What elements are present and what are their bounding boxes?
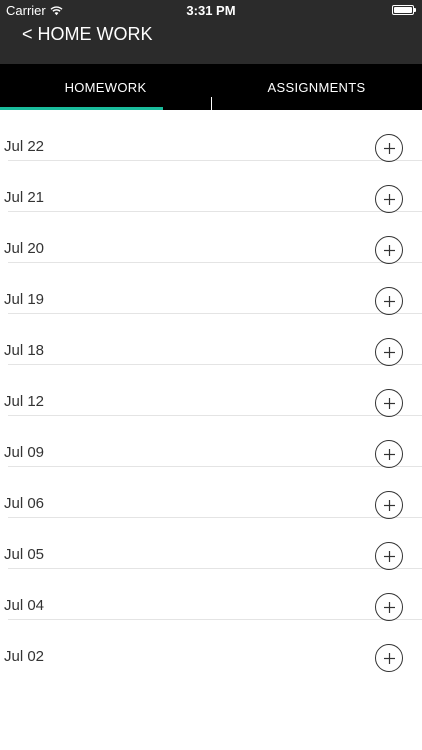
tab-bar: HOMEWORK ASSIGNMENTS — [0, 64, 422, 110]
plus-icon — [383, 652, 395, 664]
homework-date-row[interactable]: Jul 20 — [4, 212, 422, 264]
add-homework-button[interactable] — [375, 644, 403, 672]
add-homework-button[interactable] — [375, 287, 403, 315]
add-homework-button[interactable] — [375, 542, 403, 570]
battery-icon — [392, 5, 416, 15]
homework-date-row[interactable]: Jul 21 — [4, 161, 422, 213]
back-button-label: < HOME WORK — [22, 23, 153, 44]
add-homework-button[interactable] — [375, 134, 403, 162]
plus-icon — [383, 397, 395, 409]
add-homework-button[interactable] — [375, 593, 403, 621]
homework-date-row[interactable]: Jul 04 — [4, 569, 422, 621]
plus-icon — [383, 142, 395, 154]
tab-assignments[interactable]: ASSIGNMENTS — [211, 64, 422, 110]
plus-icon — [383, 601, 395, 613]
homework-date-row[interactable]: Jul 18 — [4, 314, 422, 366]
homework-date-row[interactable]: Jul 06 — [4, 467, 422, 519]
homework-date-label: Jul 02 — [4, 648, 45, 665]
navigation-bar: < HOME WORK — [0, 22, 422, 64]
homework-date-row[interactable]: Jul 05 — [4, 518, 422, 570]
plus-icon — [383, 499, 395, 511]
plus-icon — [383, 193, 395, 205]
tab-homework[interactable]: HOMEWORK — [0, 64, 211, 110]
tab-assignments-label: ASSIGNMENTS — [267, 79, 366, 95]
status-time: 3:31 PM — [186, 3, 236, 18]
battery-level — [394, 7, 412, 13]
back-button[interactable]: < HOME WORK — [22, 22, 153, 46]
add-homework-button[interactable] — [375, 440, 403, 468]
homework-date-label: Jul 20 — [4, 240, 45, 257]
homework-date-row[interactable]: Jul 12 — [4, 365, 422, 417]
homework-date-row[interactable]: Jul 19 — [4, 263, 422, 315]
homework-date-row[interactable]: Jul 02 — [4, 620, 422, 672]
homework-date-row[interactable]: Jul 22 — [4, 110, 422, 162]
plus-icon — [383, 295, 395, 307]
homework-date-row[interactable]: Jul 09 — [4, 416, 422, 468]
plus-icon — [383, 244, 395, 256]
add-homework-button[interactable] — [375, 389, 403, 417]
add-homework-button[interactable] — [375, 338, 403, 366]
homework-date-label: Jul 06 — [4, 495, 45, 512]
homework-date-list: Jul 22 Jul 21 Jul 20 Jul 19 Jul 18 Jul 1… — [0, 110, 422, 672]
plus-icon — [383, 346, 395, 358]
status-bar: Carrier 3:31 PM — [0, 0, 422, 22]
add-homework-button[interactable] — [375, 491, 403, 519]
homework-date-label: Jul 12 — [4, 393, 45, 410]
add-homework-button[interactable] — [375, 185, 403, 213]
add-homework-button[interactable] — [375, 236, 403, 264]
homework-date-label: Jul 18 — [4, 342, 45, 359]
homework-date-label: Jul 21 — [4, 189, 45, 206]
tab-homework-label: HOMEWORK — [64, 79, 147, 95]
plus-icon — [383, 550, 395, 562]
homework-date-label: Jul 04 — [4, 597, 45, 614]
homework-date-label: Jul 09 — [4, 444, 45, 461]
plus-icon — [383, 448, 395, 460]
homework-date-label: Jul 05 — [4, 546, 45, 563]
homework-date-label: Jul 22 — [4, 138, 45, 155]
homework-date-label: Jul 19 — [4, 291, 45, 308]
